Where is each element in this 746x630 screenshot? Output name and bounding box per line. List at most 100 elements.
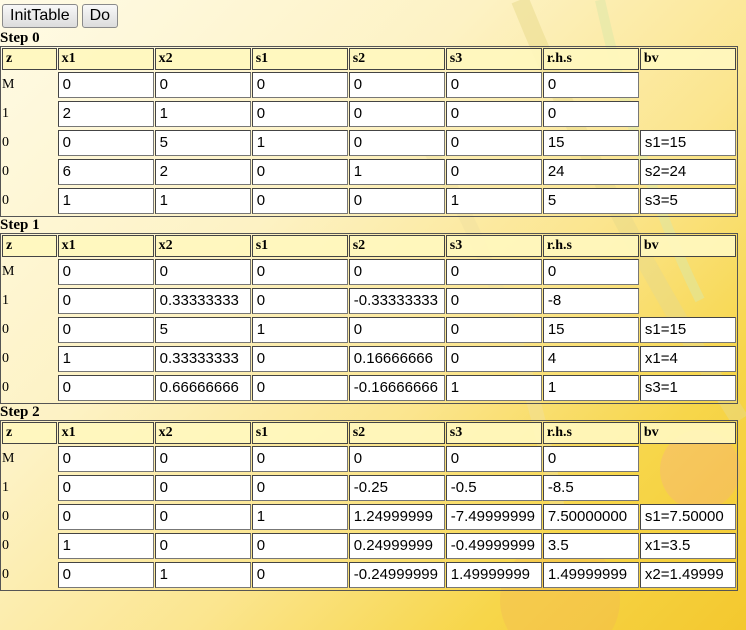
value-field[interactable]: 2 <box>154 159 251 185</box>
basic-variable-field[interactable]: s1=15 <box>639 130 736 156</box>
value-field[interactable]: 5 <box>542 188 639 214</box>
value-field[interactable]: 1 <box>445 188 542 214</box>
value-field[interactable]: 0 <box>251 375 348 401</box>
value-field[interactable]: 0 <box>542 446 639 472</box>
basic-variable-field[interactable]: s1=7.50000 <box>639 504 736 530</box>
value-field[interactable]: 0 <box>57 130 154 156</box>
value-field[interactable]: 4 <box>542 346 639 372</box>
value-field[interactable]: 1 <box>348 159 445 185</box>
value-field[interactable]: 0 <box>445 101 542 127</box>
basic-variable-field[interactable]: s1=15 <box>639 317 736 343</box>
value-field[interactable]: 15 <box>542 130 639 156</box>
value-field[interactable]: 1 <box>251 317 348 343</box>
value-field[interactable]: 0 <box>542 259 639 285</box>
value-field[interactable]: 0 <box>251 72 348 98</box>
value-field[interactable]: 0 <box>251 101 348 127</box>
value-field[interactable]: -8.5 <box>542 475 639 501</box>
value-field[interactable]: 0 <box>445 446 542 472</box>
value-field[interactable]: 0 <box>348 317 445 343</box>
value-field[interactable]: 0 <box>154 504 251 530</box>
value-field[interactable]: 0 <box>445 159 542 185</box>
value-field[interactable]: 0.33333333 <box>154 346 251 372</box>
value-field[interactable]: 3.5 <box>542 533 639 559</box>
value-field[interactable]: 0 <box>154 533 251 559</box>
value-field[interactable]: 0.16666666 <box>348 346 445 372</box>
basic-variable-field[interactable]: x2=1.49999 <box>639 562 736 588</box>
value-field[interactable]: 1 <box>251 130 348 156</box>
value-field[interactable]: -0.25 <box>348 475 445 501</box>
value-field[interactable]: -8 <box>542 288 639 314</box>
value-field[interactable]: 0 <box>57 72 154 98</box>
value-field[interactable]: 0 <box>542 101 639 127</box>
value-field[interactable]: 1.49999999 <box>445 562 542 588</box>
basic-variable-field[interactable]: s3=1 <box>639 375 736 401</box>
value-field[interactable]: 0 <box>154 446 251 472</box>
value-field[interactable]: 0 <box>445 259 542 285</box>
basic-variable-field[interactable]: x1=3.5 <box>639 533 736 559</box>
value-field[interactable]: 0 <box>154 259 251 285</box>
value-field[interactable]: 0 <box>348 101 445 127</box>
value-field[interactable]: 0 <box>57 504 154 530</box>
value-field[interactable]: 0 <box>445 72 542 98</box>
value-field[interactable]: -7.49999999 <box>445 504 542 530</box>
value-field[interactable]: 5 <box>154 317 251 343</box>
value-field[interactable]: 0 <box>348 72 445 98</box>
value-field[interactable]: 0 <box>154 72 251 98</box>
value-field[interactable]: -0.24999999 <box>348 562 445 588</box>
init-table-button[interactable]: InitTable <box>2 4 78 28</box>
value-field[interactable]: 0 <box>348 130 445 156</box>
value-field[interactable]: 1 <box>57 188 154 214</box>
value-field[interactable]: 0 <box>251 533 348 559</box>
value-field[interactable]: 1.49999999 <box>542 562 639 588</box>
value-field[interactable]: -0.5 <box>445 475 542 501</box>
value-field[interactable]: 1 <box>154 562 251 588</box>
value-field[interactable]: 0 <box>57 259 154 285</box>
value-field[interactable]: 0 <box>57 375 154 401</box>
value-field[interactable]: 1 <box>57 346 154 372</box>
value-field[interactable]: 0 <box>251 475 348 501</box>
value-field[interactable]: 0 <box>251 562 348 588</box>
value-field[interactable]: 0 <box>251 346 348 372</box>
value-field[interactable]: 0 <box>348 259 445 285</box>
value-field[interactable]: 0 <box>348 446 445 472</box>
value-field[interactable]: 1.24999999 <box>348 504 445 530</box>
value-field[interactable]: 0.24999999 <box>348 533 445 559</box>
value-field[interactable]: 15 <box>542 317 639 343</box>
value-field[interactable]: 2 <box>57 101 154 127</box>
value-field[interactable]: 6 <box>57 159 154 185</box>
value-field[interactable]: 0 <box>542 72 639 98</box>
value-field[interactable]: 1 <box>445 375 542 401</box>
value-field[interactable]: 0.66666666 <box>154 375 251 401</box>
value-field[interactable]: 24 <box>542 159 639 185</box>
value-field[interactable]: 7.50000000 <box>542 504 639 530</box>
value-field[interactable]: 0 <box>251 446 348 472</box>
value-field[interactable]: 0 <box>445 130 542 156</box>
value-field[interactable]: 0 <box>251 159 348 185</box>
basic-variable-field[interactable]: s2=24 <box>639 159 736 185</box>
basic-variable-field[interactable]: s3=5 <box>639 188 736 214</box>
value-field[interactable]: 0 <box>57 446 154 472</box>
value-field[interactable]: 1 <box>251 504 348 530</box>
basic-variable-field[interactable]: x1=4 <box>639 346 736 372</box>
value-field[interactable]: 0 <box>445 317 542 343</box>
value-field[interactable]: 1 <box>57 533 154 559</box>
value-field[interactable]: 0.33333333 <box>154 288 251 314</box>
value-field[interactable]: 0 <box>445 346 542 372</box>
value-field[interactable]: 1 <box>154 188 251 214</box>
value-field[interactable]: 0 <box>348 188 445 214</box>
value-field[interactable]: 1 <box>154 101 251 127</box>
value-field[interactable]: 0 <box>154 475 251 501</box>
value-field[interactable]: 0 <box>445 288 542 314</box>
do-button[interactable]: Do <box>81 4 119 28</box>
value-field[interactable]: -0.49999999 <box>445 533 542 559</box>
value-field[interactable]: 0 <box>57 317 154 343</box>
value-field[interactable]: 1 <box>542 375 639 401</box>
value-field[interactable]: 0 <box>251 288 348 314</box>
value-field[interactable]: 0 <box>251 259 348 285</box>
value-field[interactable]: 5 <box>154 130 251 156</box>
value-field[interactable]: 0 <box>57 288 154 314</box>
value-field[interactable]: 0 <box>251 188 348 214</box>
value-field[interactable]: -0.16666666 <box>348 375 445 401</box>
value-field[interactable]: 0 <box>57 562 154 588</box>
value-field[interactable]: 0 <box>57 475 154 501</box>
